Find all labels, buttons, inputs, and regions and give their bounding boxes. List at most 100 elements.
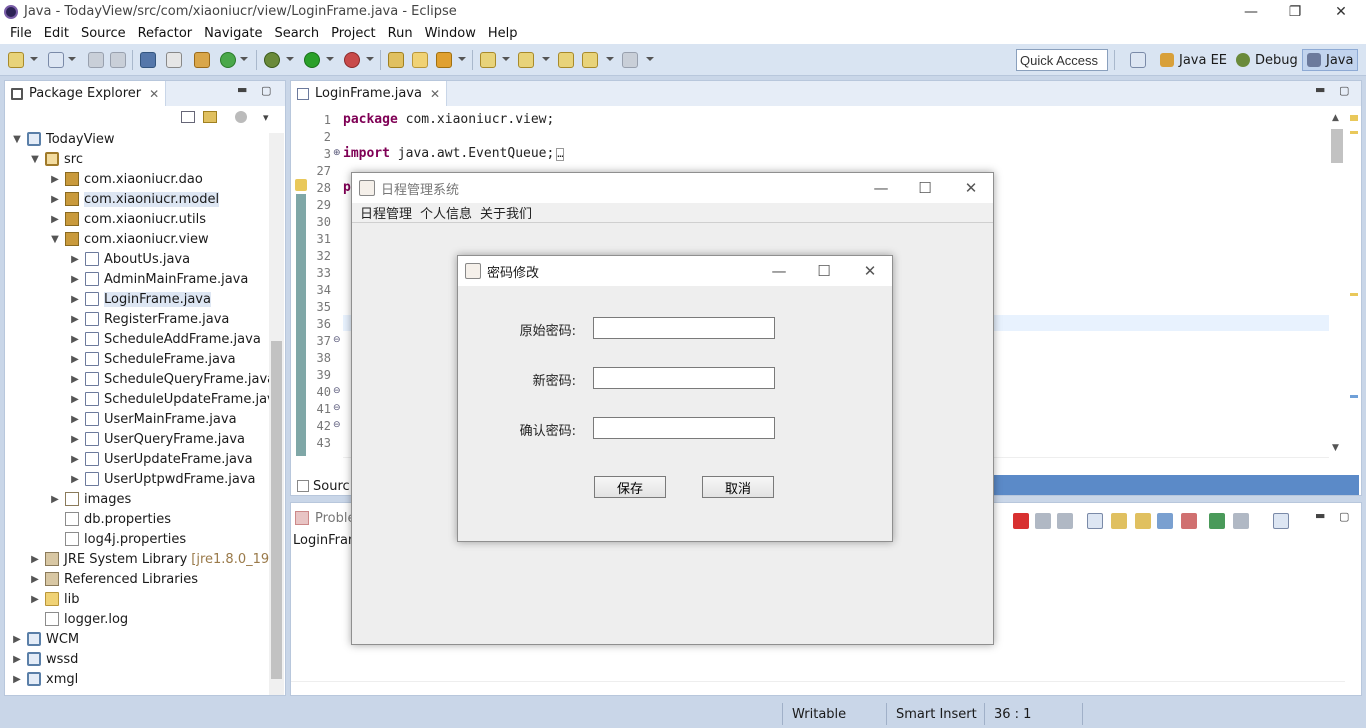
collapse-arrow-icon[interactable]: ▼ (11, 134, 23, 145)
menu-run[interactable]: Run (382, 26, 419, 41)
tree-item-package[interactable]: ▶ com.xiaoniucr.utils (49, 209, 206, 229)
expand-arrow-icon[interactable]: ▶ (69, 314, 81, 325)
schedule-menu-profile[interactable]: 个人信息 (416, 203, 476, 222)
remove-launch-icon[interactable] (1035, 513, 1051, 529)
tree-item-project[interactable]: ▶ xmgl (11, 669, 78, 689)
editor-vertical-scrollbar[interactable]: ▲ ▼ (1329, 113, 1345, 457)
minimize-button[interactable]: — (1228, 0, 1274, 23)
fold-collapse-icon[interactable]: ⊖ (333, 403, 341, 413)
new-icon[interactable] (8, 52, 24, 68)
code-line[interactable]: import java.awt.EventQueue;… (343, 146, 565, 161)
package-explorer-scrollbar[interactable] (269, 133, 284, 695)
menu-navigate[interactable]: Navigate (198, 26, 268, 41)
forward-icon[interactable] (622, 52, 638, 68)
code-line[interactable]: package com.xiaoniucr.view; (343, 112, 554, 127)
old-password-field[interactable] (593, 317, 775, 339)
save-icon[interactable] (88, 52, 104, 68)
next-annotation-dropdown-icon[interactable] (542, 57, 550, 61)
word-wrap-icon[interactable] (1135, 513, 1151, 529)
annotation-dropdown-icon[interactable] (502, 57, 510, 61)
warning-marker-icon[interactable] (295, 179, 307, 191)
dialog-close-button[interactable]: ✕ (847, 256, 893, 286)
dialog-minimize-button[interactable]: — (756, 256, 802, 286)
tree-item-java-file[interactable]: ▶ UserUpdateFrame.java (69, 449, 252, 469)
expand-arrow-icon[interactable]: ▶ (49, 194, 61, 205)
tree-item-file[interactable]: logger.log (29, 609, 128, 629)
tree-item-java-file[interactable]: ▶ ScheduleFrame.java (69, 349, 235, 369)
tree-item-package[interactable]: ▶ com.xiaoniucr.dao (49, 169, 203, 189)
tree-item-lib-folder[interactable]: ▶ lib (29, 589, 79, 609)
search-dropdown-icon[interactable] (458, 57, 466, 61)
external-tools-dropdown-icon[interactable] (366, 57, 374, 61)
expand-arrow-icon[interactable]: ▶ (69, 474, 81, 485)
expand-arrow-icon[interactable]: ▶ (69, 334, 81, 345)
next-annotation-icon[interactable] (518, 52, 534, 68)
expand-arrow-icon[interactable]: ▶ (69, 254, 81, 265)
code-line[interactable]: p (343, 180, 351, 195)
tree-item-java-file[interactable]: ▶ AboutUs.java (69, 249, 190, 269)
back-icon[interactable] (582, 52, 598, 68)
close-tab-icon[interactable]: ✕ (430, 87, 440, 101)
run-dropdown-icon[interactable] (326, 57, 334, 61)
expand-arrow-icon[interactable]: ▶ (69, 454, 81, 465)
collapse-arrow-icon[interactable]: ▼ (29, 154, 41, 165)
expand-arrow-icon[interactable]: ▶ (29, 594, 41, 605)
expand-arrow-icon[interactable]: ▶ (49, 494, 61, 505)
overview-mark[interactable] (1350, 293, 1358, 296)
collapse-all-icon[interactable] (181, 111, 195, 123)
fold-collapse-icon[interactable]: ⊖ (333, 335, 341, 345)
expand-arrow-icon[interactable]: ▶ (29, 574, 41, 585)
perspective-java-ee[interactable]: Java EE (1156, 49, 1231, 71)
confirm-password-field[interactable] (593, 417, 775, 439)
save-button[interactable]: 保存 (594, 476, 666, 498)
schedule-menu-schedule[interactable]: 日程管理 (356, 203, 416, 222)
last-edit-icon[interactable] (558, 52, 574, 68)
problems-horizontal-scrollbar[interactable] (291, 681, 1345, 695)
expand-arrow-icon[interactable]: ▶ (69, 394, 81, 405)
forward-dropdown-icon[interactable] (646, 57, 654, 61)
pin-console-icon[interactable] (1209, 513, 1225, 529)
fold-expand-icon[interactable]: ⊕ (333, 148, 341, 158)
refresh-dropdown-icon[interactable] (240, 57, 248, 61)
quick-access-input[interactable] (1016, 49, 1108, 71)
problems-tab[interactable]: Proble (291, 507, 360, 529)
tree-item-java-file[interactable]: ▶ ScheduleAddFrame.java (69, 329, 261, 349)
maximize-button[interactable]: ❐ (1272, 0, 1318, 23)
open-perspective-icon[interactable] (1130, 52, 1146, 68)
open-folder-icon[interactable] (412, 52, 428, 68)
menu-window[interactable]: Window (419, 26, 482, 41)
tree-item-images[interactable]: ▶ images (49, 489, 131, 509)
tree-item-java-file[interactable]: ▶ UserQueryFrame.java (69, 429, 245, 449)
tree-item-referenced-libraries[interactable]: ▶ Referenced Libraries (29, 569, 198, 589)
new-package-dropdown-icon[interactable] (68, 57, 76, 61)
tree-item-java-file[interactable]: ▶ UserMainFrame.java (69, 409, 236, 429)
scrollbar-thumb[interactable] (1331, 129, 1343, 163)
tree-item-jre-library[interactable]: ▶ JRE System Library [jre1.8.0_191] (29, 549, 282, 569)
fold-collapse-icon[interactable]: ⊖ (333, 386, 341, 396)
minimize-view-icon[interactable]: ▬ (1315, 509, 1325, 522)
maximize-view-icon[interactable]: ▢ (1339, 510, 1349, 523)
schedule-menu-about[interactable]: 关于我们 (476, 203, 536, 222)
menu-project[interactable]: Project (325, 26, 381, 41)
tree-item-java-file[interactable]: ▶ AdminMainFrame.java (69, 269, 248, 289)
expand-arrow-icon[interactable]: ▶ (69, 354, 81, 365)
expand-arrow-icon[interactable]: ▶ (49, 214, 61, 225)
terminate-icon[interactable] (1013, 513, 1029, 529)
expand-arrow-icon[interactable]: ▶ (69, 294, 81, 305)
clear-console-icon[interactable] (1087, 513, 1103, 529)
menu-refactor[interactable]: Refactor (132, 26, 199, 41)
editor-tab-loginframe[interactable]: LoginFrame.java ✕ (291, 81, 448, 106)
scroll-lock-icon[interactable] (1111, 513, 1127, 529)
minimize-view-icon[interactable]: ▬ (237, 83, 247, 96)
open-type-icon[interactable] (388, 52, 404, 68)
fold-collapse-icon[interactable]: ⊖ (333, 420, 341, 430)
tree-item-java-file[interactable]: ▶ RegisterFrame.java (69, 309, 229, 329)
new-password-field[interactable] (593, 367, 775, 389)
expand-arrow-icon[interactable]: ▶ (69, 374, 81, 385)
overview-warning-icon[interactable] (1350, 115, 1358, 121)
tree-item-todayview[interactable]: ▼ TodayView (11, 129, 114, 149)
perspective-java[interactable]: Java (1302, 49, 1359, 71)
link-with-editor-icon[interactable] (203, 111, 217, 123)
maximize-view-icon[interactable]: ▢ (261, 84, 271, 97)
expand-arrow-icon[interactable]: ▶ (11, 654, 23, 665)
